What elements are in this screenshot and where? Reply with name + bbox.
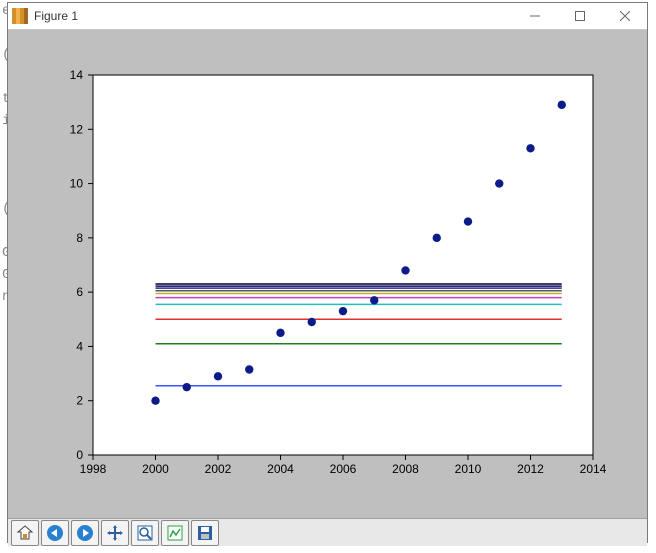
scatter-point <box>183 383 191 391</box>
scatter-point <box>401 266 409 274</box>
scatter-point <box>558 101 566 109</box>
save-button[interactable] <box>191 520 219 546</box>
y-tick-label: 14 <box>70 68 84 82</box>
scatter-point <box>339 307 347 315</box>
scatter-point <box>495 179 503 187</box>
subplots-button[interactable] <box>161 520 189 546</box>
x-tick-label: 2012 <box>517 462 544 476</box>
move-icon <box>106 524 124 542</box>
arrow-right-icon <box>76 524 94 542</box>
plot-area: 1998 2000 2002 2004 2006 2008 2010 2012 2014 0 2 4 6… <box>13 35 642 513</box>
scatter-point <box>214 372 222 380</box>
y-tick-label: 2 <box>76 394 83 408</box>
y-tick-label: 6 <box>76 285 83 299</box>
forward-button[interactable] <box>71 520 99 546</box>
x-tick-label: 1998 <box>80 462 107 476</box>
save-icon <box>196 524 214 542</box>
scatter-point <box>370 296 378 304</box>
x-tick-label: 2000 <box>142 462 169 476</box>
scatter-point <box>464 217 472 225</box>
x-tick-label: 2006 <box>330 462 357 476</box>
mpl-toolbar <box>8 518 647 546</box>
chart: 1998 2000 2002 2004 2006 2008 2010 2012 2014 0 2 4 6… <box>13 35 642 513</box>
y-tick-label: 0 <box>76 448 83 462</box>
minimize-button[interactable] <box>512 3 557 29</box>
subplots-icon <box>166 524 184 542</box>
scatter-point <box>308 318 316 326</box>
maximize-button[interactable] <box>557 3 602 29</box>
home-icon <box>16 524 34 542</box>
x-tick-label: 2008 <box>392 462 419 476</box>
home-button[interactable] <box>11 520 39 546</box>
x-tick-label: 2004 <box>267 462 294 476</box>
x-tick-label: 2010 <box>455 462 482 476</box>
title-bar: Figure 1 <box>8 3 647 30</box>
scatter-point <box>245 365 253 373</box>
scatter-point <box>433 234 441 242</box>
y-tick-label: 4 <box>76 339 83 353</box>
y-tick-label: 12 <box>70 122 84 136</box>
y-tick-label: 10 <box>70 177 84 191</box>
x-tick-label: 2014 <box>580 462 607 476</box>
arrow-left-icon <box>46 524 64 542</box>
x-tick-label: 2002 <box>205 462 232 476</box>
scatter-point <box>151 397 159 405</box>
scatter-point <box>276 329 284 337</box>
zoom-button[interactable] <box>131 520 159 546</box>
figure-window: Figure 1 1998200020022004200620082010201… <box>7 2 648 543</box>
close-button[interactable] <box>602 3 647 29</box>
app-icon <box>12 8 28 24</box>
zoom-icon <box>136 524 154 542</box>
y-tick-label: 8 <box>76 231 83 245</box>
back-button[interactable] <box>41 520 69 546</box>
pan-button[interactable] <box>101 520 129 546</box>
scatter-point <box>526 144 534 152</box>
window-title: Figure 1 <box>34 9 78 23</box>
